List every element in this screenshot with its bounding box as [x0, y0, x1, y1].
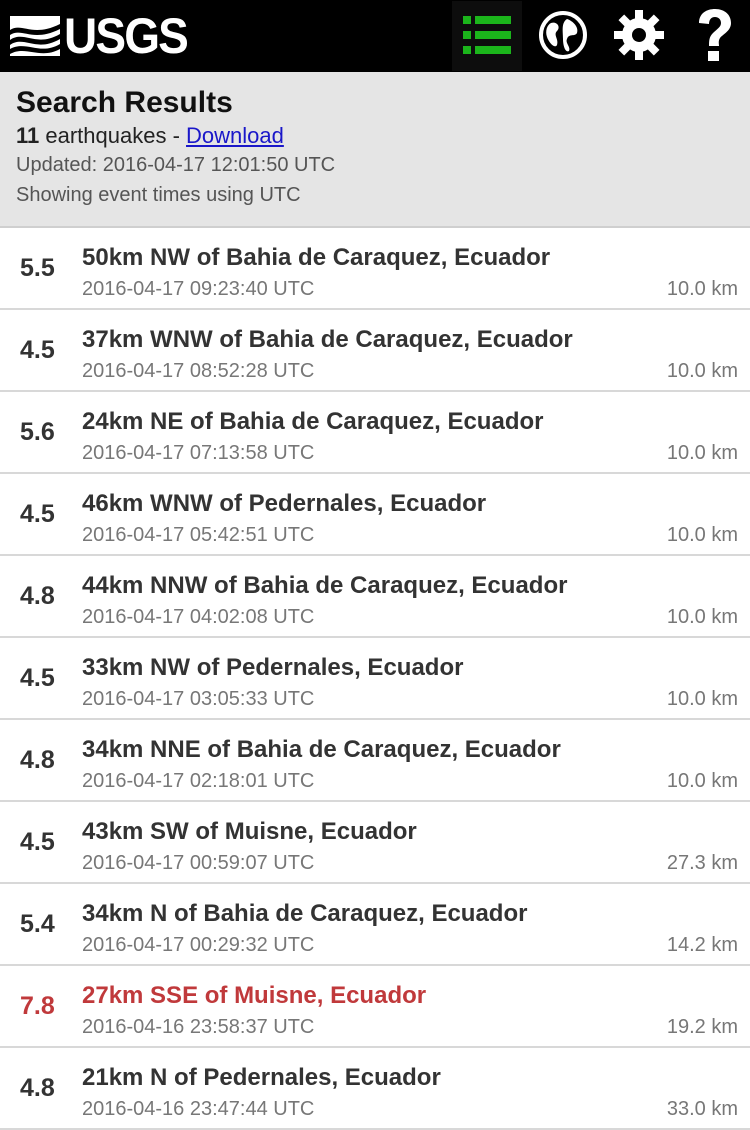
depth: 10.0 km	[666, 442, 738, 464]
magnitude: 4.8	[20, 582, 55, 610]
depth: 10.0 km	[666, 524, 738, 546]
usgs-logo[interactable]: USGS	[10, 0, 198, 72]
list-view-button[interactable]	[452, 1, 522, 71]
depth: 10.0 km	[666, 278, 738, 300]
location: 27km SSE of Muisne, Ecuador	[82, 982, 427, 1009]
magnitude: 7.8	[20, 992, 55, 1020]
depth: 14.2 km	[666, 934, 738, 956]
globe-icon	[539, 11, 587, 59]
magnitude: 4.5	[20, 500, 55, 528]
location: 33km NW of Pedernales, Ecuador	[82, 654, 464, 681]
event-time: 2016-04-17 02:18:01 UTC	[82, 770, 315, 792]
location: 34km N of Bahia de Caraquez, Ecuador	[82, 900, 528, 927]
event-time: 2016-04-16 23:58:37 UTC	[82, 1016, 315, 1038]
location: 46km WNW of Pedernales, Ecuador	[82, 490, 487, 517]
help-button[interactable]	[680, 1, 750, 71]
gear-icon	[614, 10, 664, 60]
earthquake-row[interactable]: 5.5 50km NW of Bahia de Caraquez, Ecuado…	[0, 228, 750, 310]
earthquake-row[interactable]: 4.8 34km NNE of Bahia de Caraquez, Ecuad…	[0, 720, 750, 802]
settings-button[interactable]	[604, 1, 674, 71]
page-title: Search Results	[16, 86, 233, 119]
depth: 10.0 km	[666, 770, 738, 792]
event-time: 2016-04-17 00:59:07 UTC	[82, 852, 315, 874]
earthquake-row[interactable]: 4.5 46km WNW of Pedernales, Ecuador 2016…	[0, 474, 750, 556]
magnitude: 4.8	[20, 1074, 55, 1102]
magnitude: 4.5	[20, 664, 55, 692]
top-bar: USGS	[0, 0, 750, 72]
updated-timestamp: Updated: 2016-04-17 12:01:50 UTC	[16, 154, 336, 176]
earthquake-row[interactable]: 5.6 24km NE of Bahia de Caraquez, Ecuado…	[0, 392, 750, 474]
location: 34km NNE of Bahia de Caraquez, Ecuador	[82, 736, 561, 763]
depth: 10.0 km	[666, 360, 738, 382]
result-count-line: 11 earthquakes - Download	[16, 122, 734, 150]
timezone-note: Showing event times using UTC	[16, 184, 301, 206]
location: 50km NW of Bahia de Caraquez, Ecuador	[82, 244, 551, 271]
location: 37km WNW of Bahia de Caraquez, Ecuador	[82, 326, 573, 353]
depth: 27.3 km	[666, 852, 738, 874]
earthquake-row[interactable]: 4.5 33km NW of Pedernales, Ecuador 2016-…	[0, 638, 750, 720]
earthquake-row[interactable]: 4.5 43km SW of Muisne, Ecuador 2016-04-1…	[0, 802, 750, 884]
depth: 33.0 km	[666, 1098, 738, 1120]
magnitude: 4.8	[20, 746, 55, 774]
list-icon	[463, 16, 511, 54]
event-time: 2016-04-17 07:13:58 UTC	[82, 442, 315, 464]
depth: 10.0 km	[666, 606, 738, 628]
event-time: 2016-04-17 00:29:32 UTC	[82, 934, 315, 956]
earthquake-row[interactable]: 4.8 21km N of Pedernales, Ecuador 2016-0…	[0, 1048, 750, 1130]
download-link[interactable]: Download	[186, 123, 284, 148]
question-icon	[699, 9, 731, 61]
depth: 10.0 km	[666, 688, 738, 710]
earthquake-list: 5.5 50km NW of Bahia de Caraquez, Ecuado…	[0, 228, 750, 1130]
earthquake-row[interactable]: 4.8 44km NNW of Bahia de Caraquez, Ecuad…	[0, 556, 750, 638]
earthquake-row[interactable]: 4.5 37km WNW of Bahia de Caraquez, Ecuad…	[0, 310, 750, 392]
magnitude: 5.4	[20, 910, 55, 938]
event-time: 2016-04-17 04:02:08 UTC	[82, 606, 315, 628]
magnitude: 5.5	[20, 254, 55, 282]
result-count: 11	[16, 123, 40, 148]
earthquake-row[interactable]: 5.4 34km N of Bahia de Caraquez, Ecuador…	[0, 884, 750, 966]
magnitude: 5.6	[20, 418, 55, 446]
location: 43km SW of Muisne, Ecuador	[82, 818, 417, 845]
magnitude: 4.5	[20, 828, 55, 856]
result-count-suffix: earthquakes -	[39, 123, 187, 148]
map-view-button[interactable]	[528, 1, 598, 71]
depth: 19.2 km	[666, 1016, 738, 1038]
logo-text: USGS	[64, 8, 189, 64]
search-summary: Search Results 11 earthquakes - Download…	[0, 72, 750, 228]
top-nav	[446, 0, 750, 72]
location: 24km NE of Bahia de Caraquez, Ecuador	[82, 408, 544, 435]
earthquake-row-significant[interactable]: 7.8 27km SSE of Muisne, Ecuador 2016-04-…	[0, 966, 750, 1048]
location: 44km NNW of Bahia de Caraquez, Ecuador	[82, 572, 568, 599]
event-time: 2016-04-16 23:47:44 UTC	[82, 1098, 315, 1120]
usgs-wave-icon	[10, 16, 60, 56]
event-time: 2016-04-17 03:05:33 UTC	[82, 688, 315, 710]
location: 21km N of Pedernales, Ecuador	[82, 1064, 441, 1091]
event-time: 2016-04-17 09:23:40 UTC	[82, 278, 315, 300]
event-time: 2016-04-17 08:52:28 UTC	[82, 360, 315, 382]
event-time: 2016-04-17 05:42:51 UTC	[82, 524, 315, 546]
magnitude: 4.5	[20, 336, 55, 364]
